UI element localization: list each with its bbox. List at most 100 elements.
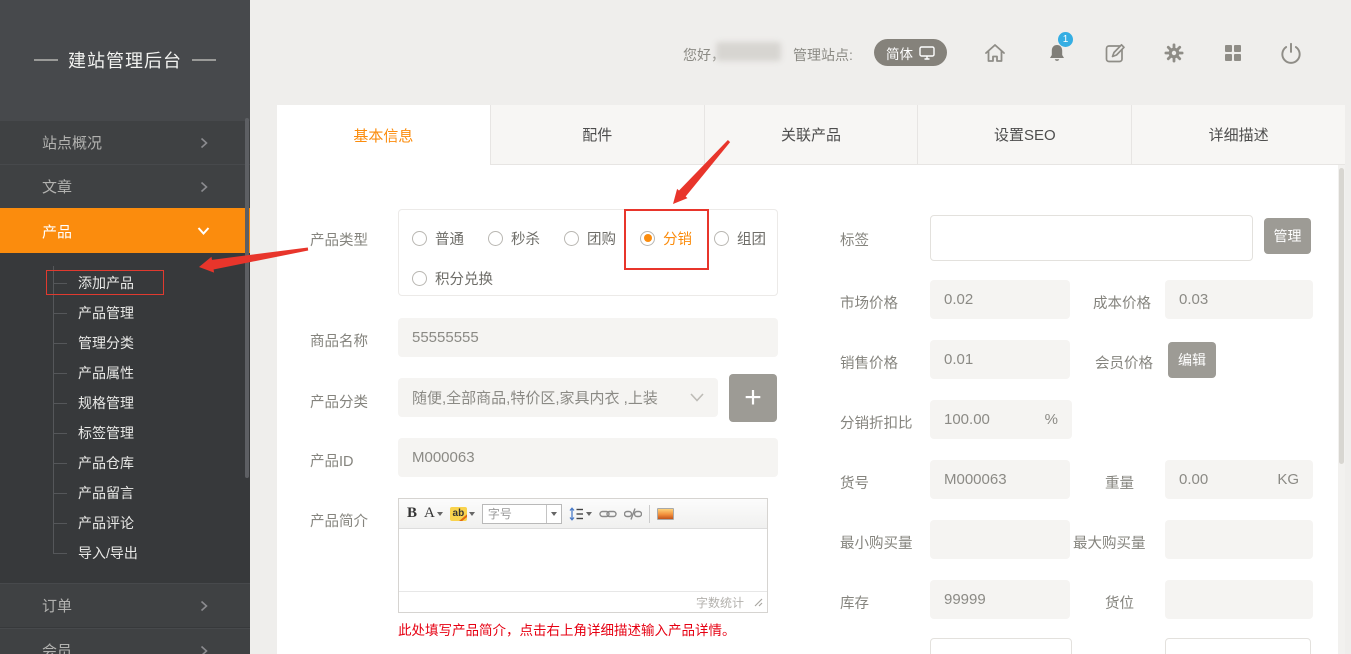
home-icon	[982, 40, 1008, 66]
manage-tags-button[interactable]: 管理	[1264, 218, 1311, 254]
language-switch-button[interactable]: 简体	[874, 39, 947, 66]
submenu-item-add-product[interactable]: 添加产品	[0, 268, 250, 298]
editor-statusbar: 字数统计	[399, 591, 767, 612]
editor-toolbar: B A ab 字号	[399, 499, 767, 529]
max-qty-label: 最大购买量	[1073, 532, 1146, 553]
tab-related-products[interactable]: 关联产品	[704, 105, 918, 165]
distribution-ratio-value: 100.00	[944, 411, 990, 428]
font-color-button[interactable]: A	[424, 505, 443, 522]
submenu-item-category-manage[interactable]: 管理分类	[0, 328, 250, 358]
logout-button[interactable]	[1277, 39, 1305, 67]
settings-button[interactable]	[1160, 39, 1188, 67]
submenu-label: 导入/导出	[78, 543, 138, 563]
cost-price-value: 0.03	[1179, 291, 1208, 308]
market-price-label: 市场价格	[840, 292, 898, 313]
chevron-right-icon	[198, 600, 210, 612]
sidebar: 建站管理后台 站点概况 文章 产品 添加产品 产品管理 管理分类 产品属性 规格…	[0, 0, 250, 654]
radio-icon	[564, 231, 579, 246]
resize-grip[interactable]	[754, 598, 763, 607]
username-redacted	[716, 42, 781, 61]
chevron-right-icon	[198, 137, 210, 149]
radio-icon	[488, 231, 503, 246]
sale-price-input[interactable]: 0.01	[930, 340, 1070, 379]
stock-input[interactable]: 99999	[930, 580, 1070, 619]
submenu-item-product-attr[interactable]: 产品属性	[0, 358, 250, 388]
max-qty-input[interactable]	[1165, 520, 1313, 559]
location-input[interactable]	[1165, 580, 1313, 619]
editor-content-area[interactable]	[399, 529, 767, 591]
tab-label: 关联产品	[781, 124, 841, 145]
radio-option-team[interactable]: 组团	[714, 228, 766, 248]
apps-button[interactable]	[1219, 39, 1247, 67]
tab-label: 基本信息	[353, 125, 413, 146]
tab-basic-info[interactable]: 基本信息	[277, 105, 490, 165]
caret-down-icon	[551, 512, 557, 519]
min-qty-label: 最小购买量	[840, 532, 913, 553]
edit-button[interactable]	[1101, 39, 1129, 67]
sidebar-item-site-overview[interactable]: 站点概况	[0, 120, 250, 164]
product-id-value: M000063	[412, 449, 475, 466]
sidebar-item-orders[interactable]: 订单	[0, 583, 250, 627]
extra-input-right[interactable]	[1165, 638, 1311, 654]
edit-member-price-button[interactable]: 编辑	[1168, 342, 1216, 378]
submenu-item-spec-manage[interactable]: 规格管理	[0, 388, 250, 418]
submenu-item-product-manage[interactable]: 产品管理	[0, 298, 250, 328]
add-category-button[interactable]: +	[729, 374, 777, 422]
rich-text-editor: B A ab 字号	[398, 498, 768, 613]
panel-scrollbar-thumb[interactable]	[1339, 168, 1344, 464]
location-label: 货位	[1105, 592, 1134, 613]
remove-link-icon[interactable]	[624, 508, 642, 520]
insert-link-icon[interactable]	[599, 508, 617, 520]
sidebar-item-articles[interactable]: 文章	[0, 164, 250, 208]
submenu-item-reviews[interactable]: 产品评论	[0, 508, 250, 538]
tab-accessories[interactable]: 配件	[490, 105, 704, 165]
bold-button[interactable]: B	[407, 505, 417, 522]
sidebar-item-label: 站点概况	[42, 132, 102, 153]
line-height-button[interactable]	[569, 507, 592, 521]
chevron-down-icon	[197, 226, 210, 236]
submenu-item-tag-manage[interactable]: 标签管理	[0, 418, 250, 448]
extra-input-left[interactable]	[930, 638, 1072, 654]
product-name-input[interactable]: 55555555	[398, 318, 778, 357]
market-price-value: 0.02	[944, 291, 973, 308]
caret-down-icon	[586, 512, 592, 519]
cost-price-input[interactable]: 0.03	[1165, 280, 1313, 319]
highlight-button[interactable]: ab	[450, 507, 475, 521]
tags-input[interactable]	[930, 215, 1253, 261]
chevron-right-icon	[198, 181, 210, 193]
radio-option-seckill[interactable]: 秒杀	[488, 228, 540, 248]
home-button[interactable]	[981, 39, 1009, 67]
sidebar-item-products[interactable]: 产品	[0, 208, 250, 253]
radio-option-distribution[interactable]: 分销	[640, 228, 692, 248]
radio-icon	[412, 231, 427, 246]
product-name-value: 55555555	[412, 329, 479, 346]
insert-image-button[interactable]	[657, 508, 674, 520]
radio-option-normal[interactable]: 普通	[412, 228, 464, 248]
font-size-select[interactable]: 字号	[482, 504, 562, 524]
submenu-item-warehouse[interactable]: 产品仓库	[0, 448, 250, 478]
tab-seo-settings[interactable]: 设置SEO	[917, 105, 1131, 165]
product-name-label: 商品名称	[310, 330, 368, 351]
submenu-item-import-export[interactable]: 导入/导出	[0, 538, 250, 568]
member-price-label: 会员价格	[1095, 352, 1153, 373]
radio-option-groupbuy[interactable]: 团购	[564, 228, 616, 248]
weight-value: 0.00	[1179, 471, 1208, 488]
min-qty-input[interactable]	[930, 520, 1070, 559]
product-type-group: 普通 秒杀 团购 分销 组团 积分兑换	[398, 209, 778, 296]
sidebar-scrollbar[interactable]	[245, 118, 249, 478]
distribution-ratio-label: 分销折扣比	[840, 412, 913, 433]
market-price-input[interactable]: 0.02	[930, 280, 1070, 319]
item-code-input[interactable]: M000063	[930, 460, 1070, 499]
radio-icon	[640, 231, 655, 246]
radio-icon	[412, 271, 427, 286]
sidebar-item-members[interactable]: 会员	[0, 628, 250, 654]
radio-option-points[interactable]: 积分兑换	[412, 268, 493, 288]
weight-input[interactable]: 0.00 KG	[1165, 460, 1313, 499]
submenu-item-messages[interactable]: 产品留言	[0, 478, 250, 508]
product-id-input[interactable]: M000063	[398, 438, 778, 477]
product-category-select[interactable]: 随便,全部商品,特价区,家具内衣 ,上装	[398, 378, 718, 417]
font-color-glyph: A	[424, 505, 435, 522]
distribution-ratio-input[interactable]: 100.00 %	[930, 400, 1072, 439]
tab-detail-desc[interactable]: 详细描述	[1131, 105, 1345, 165]
chevron-down-icon	[690, 393, 704, 402]
